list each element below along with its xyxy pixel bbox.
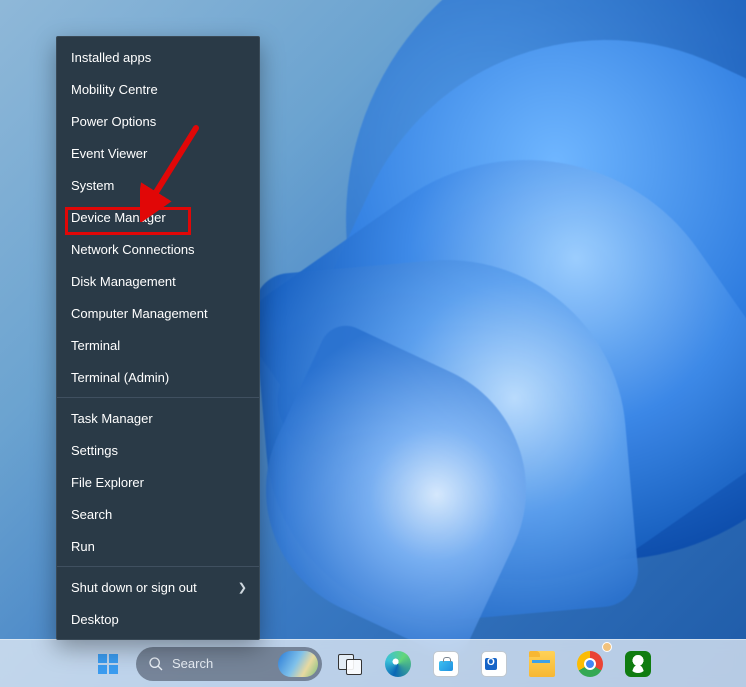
menu-separator [57, 566, 259, 567]
menu-item-power-options[interactable]: Power Options [57, 105, 259, 137]
menu-item-disk-management[interactable]: Disk Management [57, 265, 259, 297]
xbox-button[interactable] [618, 644, 658, 684]
menu-item-label: Shut down or sign out [71, 580, 197, 595]
outlook-button[interactable] [474, 644, 514, 684]
chrome-icon [577, 651, 603, 677]
menu-item-label: Task Manager [71, 411, 153, 426]
menu-item-label: Mobility Centre [71, 82, 158, 97]
menu-item-label: Run [71, 539, 95, 554]
menu-item-event-viewer[interactable]: Event Viewer [57, 137, 259, 169]
menu-item-label: File Explorer [71, 475, 144, 490]
menu-item-device-manager[interactable]: Device Manager [57, 201, 259, 233]
taskbar-search-box[interactable]: Search [136, 647, 322, 681]
menu-separator [57, 397, 259, 398]
search-icon [148, 656, 164, 672]
file-explorer-icon [529, 651, 555, 677]
menu-item-label: Terminal (Admin) [71, 370, 169, 385]
chrome-button[interactable] [570, 644, 610, 684]
microsoft-store-icon [433, 651, 459, 677]
menu-item-label: Disk Management [71, 274, 176, 289]
winx-context-menu: Installed apps Mobility Centre Power Opt… [56, 36, 260, 640]
search-placeholder: Search [172, 656, 213, 671]
menu-item-terminal[interactable]: Terminal [57, 329, 259, 361]
menu-item-label: Installed apps [71, 50, 151, 65]
start-icon [96, 652, 120, 676]
profile-badge-icon [602, 642, 612, 652]
menu-item-installed-apps[interactable]: Installed apps [57, 41, 259, 73]
menu-item-mobility-centre[interactable]: Mobility Centre [57, 73, 259, 105]
menu-item-task-manager[interactable]: Task Manager [57, 402, 259, 434]
menu-item-network-connections[interactable]: Network Connections [57, 233, 259, 265]
menu-item-file-explorer[interactable]: File Explorer [57, 466, 259, 498]
menu-item-settings[interactable]: Settings [57, 434, 259, 466]
menu-item-label: Terminal [71, 338, 120, 353]
menu-item-label: Computer Management [71, 306, 208, 321]
menu-item-label: System [71, 178, 114, 193]
menu-item-terminal-admin[interactable]: Terminal (Admin) [57, 361, 259, 393]
menu-item-desktop[interactable]: Desktop [57, 603, 259, 635]
start-button[interactable] [88, 644, 128, 684]
xbox-icon [625, 651, 651, 677]
microsoft-store-button[interactable] [426, 644, 466, 684]
task-view-icon [338, 654, 362, 674]
menu-item-system[interactable]: System [57, 169, 259, 201]
menu-item-computer-management[interactable]: Computer Management [57, 297, 259, 329]
menu-item-label: Network Connections [71, 242, 195, 257]
taskbar: Search [0, 639, 746, 687]
file-explorer-button[interactable] [522, 644, 562, 684]
edge-button[interactable] [378, 644, 418, 684]
menu-item-label: Device Manager [71, 210, 166, 225]
menu-item-label: Event Viewer [71, 146, 147, 161]
search-highlight-thumbnail [278, 651, 318, 677]
chevron-right-icon: ❯ [238, 581, 247, 594]
menu-item-label: Settings [71, 443, 118, 458]
outlook-icon [481, 651, 507, 677]
menu-item-label: Desktop [71, 612, 119, 627]
menu-item-search[interactable]: Search [57, 498, 259, 530]
menu-item-shutdown-signout[interactable]: Shut down or sign out ❯ [57, 571, 259, 603]
menu-item-label: Search [71, 507, 112, 522]
menu-item-label: Power Options [71, 114, 156, 129]
menu-item-run[interactable]: Run [57, 530, 259, 562]
task-view-button[interactable] [330, 644, 370, 684]
edge-icon [385, 651, 411, 677]
